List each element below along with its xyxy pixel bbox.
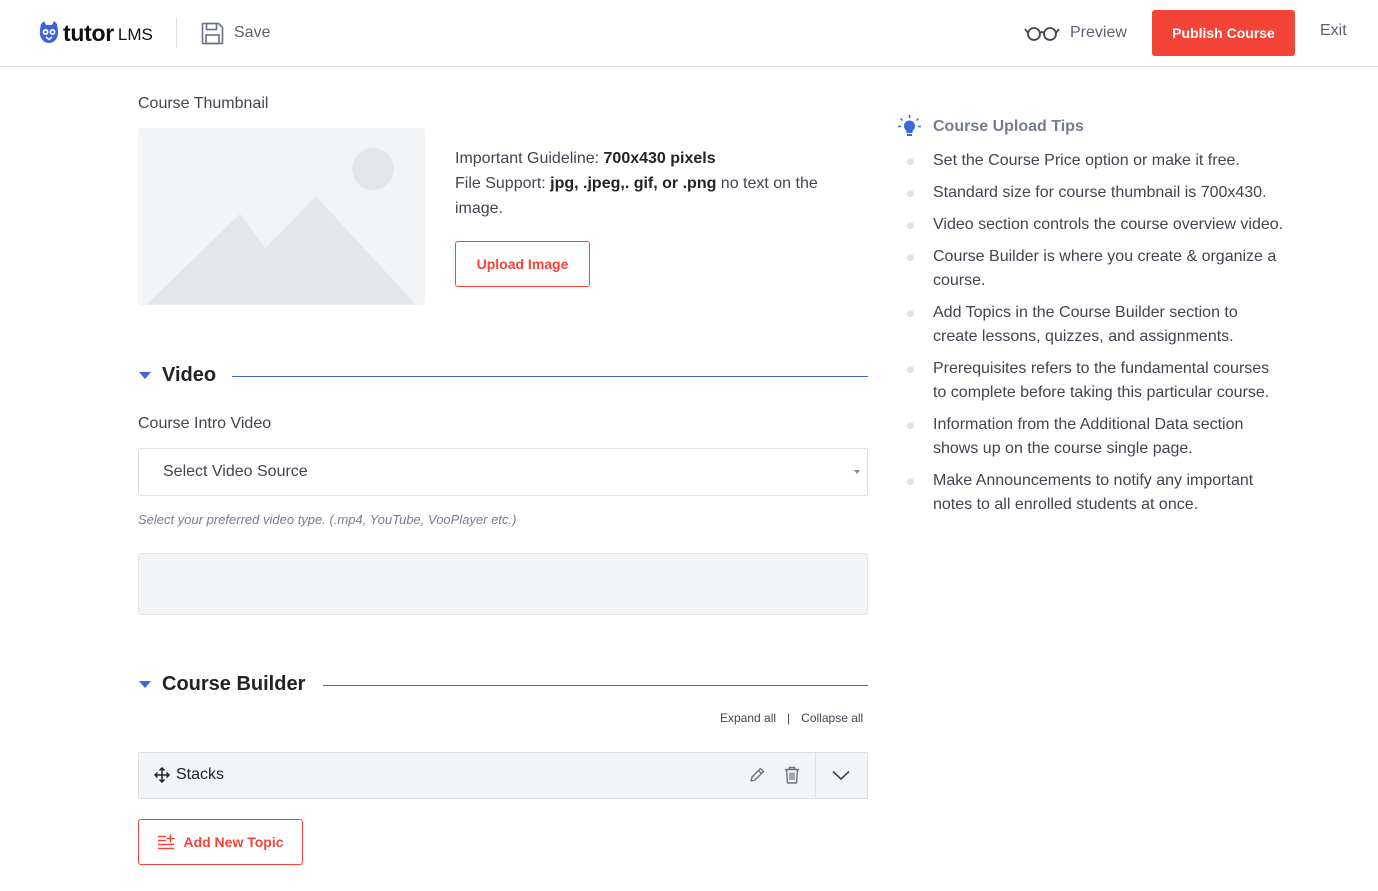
bullet-icon <box>907 366 914 373</box>
bullet-icon <box>907 190 914 197</box>
tip-item: Prerequisites refers to the fundamental … <box>905 357 1285 405</box>
tip-text: Prerequisites refers to the fundamental … <box>933 360 1270 401</box>
video-source-hint: Select your preferred video type. (.mp4,… <box>138 512 517 527</box>
bullet-icon <box>907 222 914 229</box>
tip-text: Standard size for course thumbnail is 70… <box>933 184 1267 201</box>
topic-name: Stacks <box>176 766 225 783</box>
tip-item: Set the Course Price option or make it f… <box>905 149 1285 173</box>
save-label: Save <box>234 24 271 41</box>
topic-row[interactable]: Stacks <box>138 752 868 799</box>
upload-image-button[interactable]: Upload Image <box>455 241 590 287</box>
course-upload-tips-heading: Course Upload Tips <box>898 115 1084 138</box>
bullet-icon <box>907 254 914 261</box>
select-arrow-icon <box>854 470 860 474</box>
save-button[interactable]: Save <box>200 19 270 47</box>
bullet-icon <box>907 422 914 429</box>
tip-item: Video section controls the course overvi… <box>905 213 1285 237</box>
course-builder-section-title: Course Builder <box>162 673 306 695</box>
pencil-icon[interactable] <box>748 766 766 784</box>
lightbulb-icon <box>898 115 921 136</box>
bullet-icon <box>907 158 914 165</box>
expand-collapse-separator: | <box>787 711 791 725</box>
course-thumbnail-label: Course Thumbnail <box>138 95 269 112</box>
publish-course-button[interactable]: Publish Course <box>1152 10 1295 56</box>
guideline-prefix: Important Guideline: <box>455 150 604 167</box>
preview-label: Preview <box>1070 24 1127 41</box>
video-source-select[interactable]: Select Video Source <box>138 448 868 496</box>
move-arrows-icon[interactable] <box>154 767 170 783</box>
tip-item: Course Builder is where you create & org… <box>905 245 1285 293</box>
support-prefix: File Support: <box>455 175 551 192</box>
tips-list: Set the Course Price option or make it f… <box>905 149 1285 525</box>
collapse-all-link[interactable]: Collapse all <box>801 711 863 725</box>
expand-all-link[interactable]: Expand all <box>720 711 776 725</box>
tip-text: Video section controls the course overvi… <box>933 216 1284 233</box>
course-builder-section-toggle[interactable]: Course Builder <box>138 673 305 696</box>
tip-text: Add Topics in the Course Builder section… <box>933 304 1238 345</box>
video-section-divider <box>232 376 868 377</box>
course-builder-divider <box>323 685 868 686</box>
topic-row-divider <box>815 753 816 798</box>
floppy-disk-icon <box>201 22 224 44</box>
chevron-down-icon[interactable] <box>832 768 850 782</box>
tip-item: Make Announcements to notify any importa… <box>905 469 1285 517</box>
tutor-lms-logo[interactable]: tutor LMS <box>38 18 153 48</box>
guideline-size: 700x430 pixels <box>603 150 716 167</box>
exit-button[interactable]: Exit <box>1320 22 1347 40</box>
bullet-icon <box>907 478 914 485</box>
thumbnail-placeholder[interactable] <box>138 128 425 305</box>
glasses-icon <box>1024 27 1060 41</box>
tip-text: Set the Course Price option or make it f… <box>933 152 1240 169</box>
expand-collapse-controls: Expand all | Collapse all <box>720 711 863 725</box>
header-divider <box>176 18 177 48</box>
tips-title: Course Upload Tips <box>933 117 1084 135</box>
tutor-owl-icon <box>39 21 59 43</box>
caret-down-icon <box>139 372 151 379</box>
logo-suffix: LMS <box>117 24 153 44</box>
caret-down-icon <box>139 681 151 688</box>
preview-button[interactable]: Preview <box>1024 19 1127 47</box>
add-list-icon <box>158 834 175 850</box>
video-input-area[interactable] <box>138 553 868 615</box>
add-new-topic-button[interactable]: Add New Topic <box>138 819 303 865</box>
top-bar: tutor LMS Save Preview Publish Course Ex… <box>0 0 1378 67</box>
support-types: jpg, .jpeg,. gif, or .png <box>550 175 717 192</box>
tip-text: Information from the Additional Data sec… <box>933 416 1244 457</box>
course-intro-video-label: Course Intro Video <box>138 415 272 432</box>
video-section-toggle[interactable]: Video <box>138 364 216 387</box>
video-section-title: Video <box>162 364 217 386</box>
tip-item: Standard size for course thumbnail is 70… <box>905 181 1285 205</box>
image-placeholder-icon <box>146 148 416 305</box>
tip-text: Make Announcements to notify any importa… <box>933 472 1254 513</box>
tip-item: Add Topics in the Course Builder section… <box>905 301 1285 349</box>
thumbnail-guideline: Important Guideline: 700x430 pixels File… <box>455 146 855 221</box>
bullet-icon <box>907 310 914 317</box>
tip-text: Course Builder is where you create & org… <box>933 248 1277 289</box>
trash-icon[interactable] <box>783 765 801 785</box>
logo-wordmark: tutor <box>63 19 114 46</box>
video-source-value: Select Video Source <box>163 463 308 480</box>
tip-item: Information from the Additional Data sec… <box>905 413 1285 461</box>
add-new-topic-label: Add New Topic <box>183 834 284 850</box>
